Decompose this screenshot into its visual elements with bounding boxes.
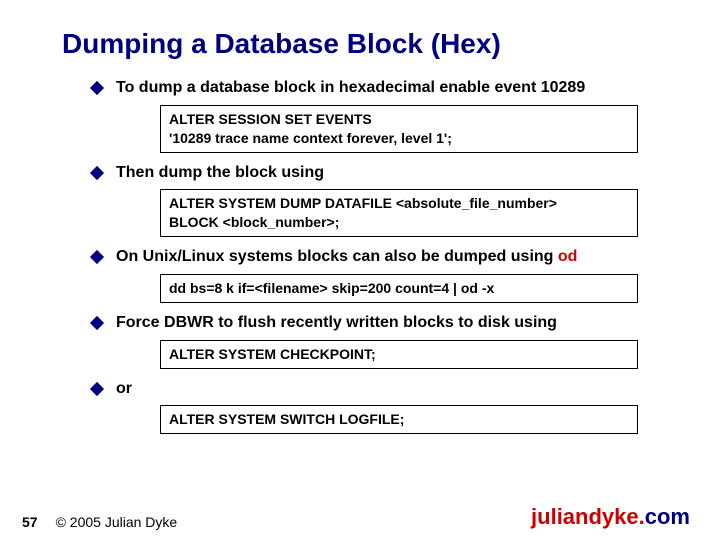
bullet-5: or [92, 379, 680, 400]
copyright-text: © 2005 Julian Dyke [56, 514, 178, 530]
diamond-icon [90, 381, 104, 395]
code-box-4: ALTER SYSTEM CHECKPOINT; [160, 340, 638, 369]
od-command: od [558, 248, 578, 265]
diamond-icon [90, 81, 104, 95]
bullet-2-text: Then dump the block using [116, 163, 324, 184]
diamond-icon [90, 166, 104, 180]
code-box-3: dd bs=8 k if=<filename> skip=200 count=4… [160, 274, 638, 303]
diamond-icon [90, 316, 104, 330]
bullet-3-text: On Unix/Linux systems blocks can also be… [116, 247, 577, 268]
bullet-2: Then dump the block using [92, 163, 680, 184]
bullet-4: Force DBWR to flush recently written blo… [92, 313, 680, 334]
diamond-icon [90, 250, 104, 264]
slide-footer: 57 © 2005 Julian Dyke juliandyke.com [0, 504, 720, 530]
site-right: com [645, 504, 690, 529]
footer-left: 57 © 2005 Julian Dyke [22, 514, 177, 530]
site-left: juliandyke. [531, 504, 645, 529]
bullet-3-pre: On Unix/Linux systems blocks can also be… [116, 248, 558, 265]
bullet-5-text: or [116, 379, 132, 400]
bullet-3: On Unix/Linux systems blocks can also be… [92, 247, 680, 268]
bullet-4-text: Force DBWR to flush recently written blo… [116, 313, 557, 334]
bullet-1-text: To dump a database block in hexadecimal … [116, 78, 585, 99]
code-box-1: ALTER SESSION SET EVENTS '10289 trace na… [160, 105, 638, 153]
code-box-2: ALTER SYSTEM DUMP DATAFILE <absolute_fil… [160, 189, 638, 237]
site-name: juliandyke.com [531, 504, 690, 530]
code-box-5: ALTER SYSTEM SWITCH LOGFILE; [160, 405, 638, 434]
page-number: 57 [22, 514, 38, 530]
bullet-1: To dump a database block in hexadecimal … [92, 78, 680, 99]
slide-title: Dumping a Database Block (Hex) [62, 28, 680, 60]
